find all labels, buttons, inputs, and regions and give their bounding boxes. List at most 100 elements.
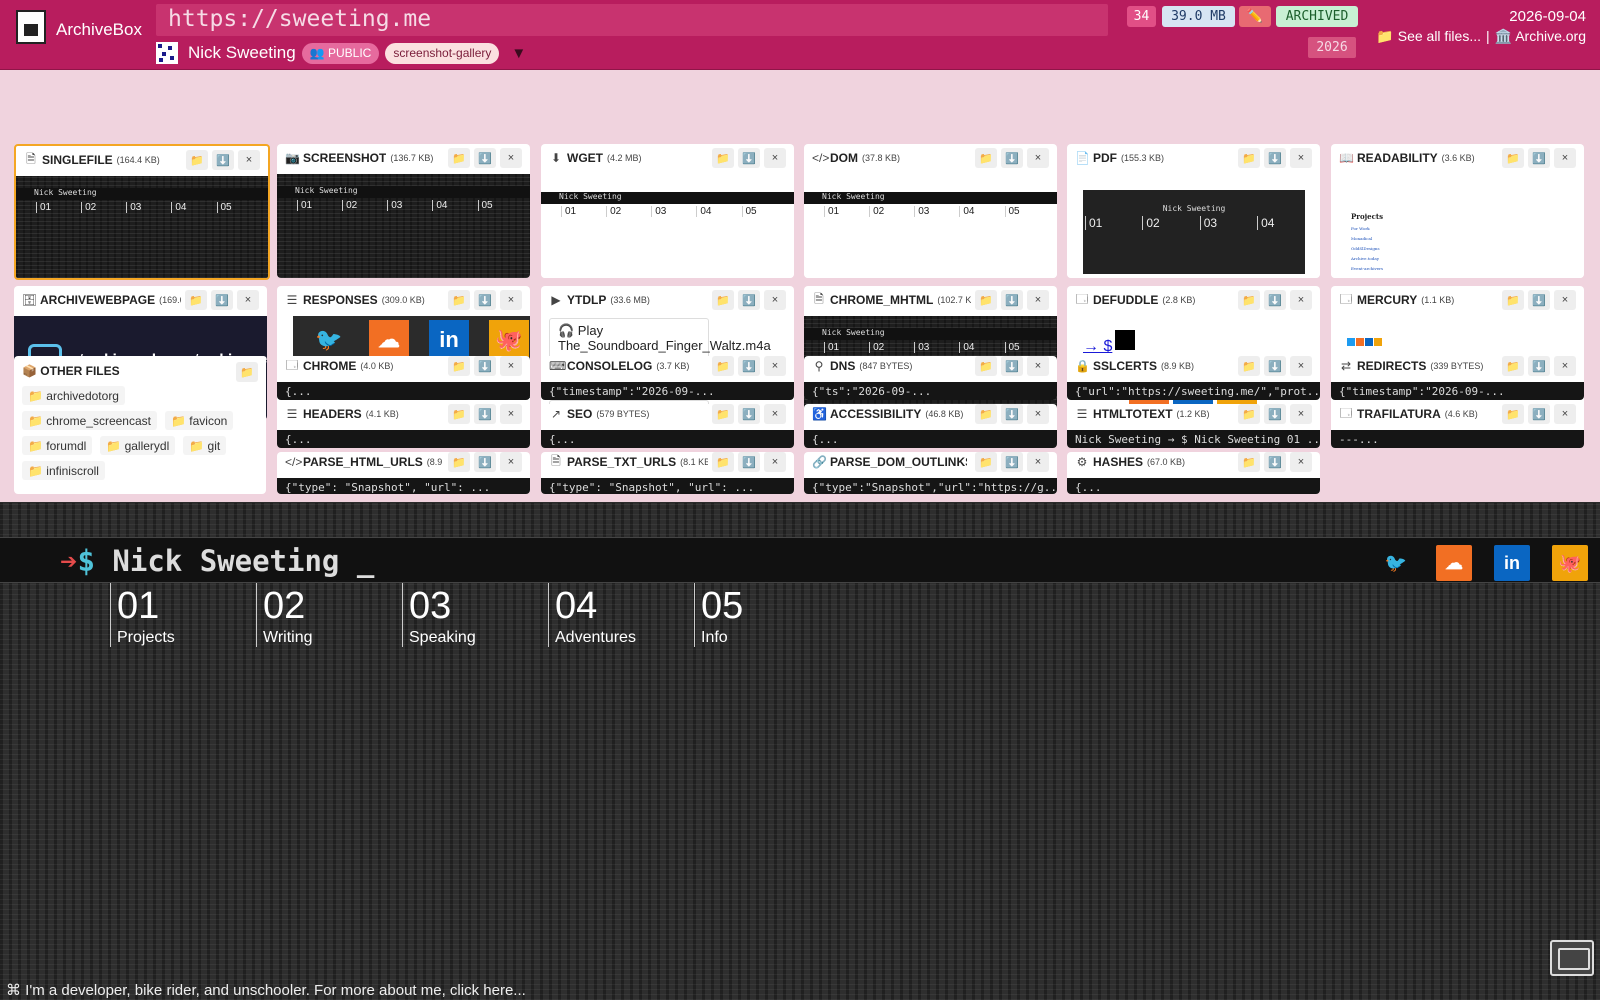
card-title[interactable]: CONSOLELOG xyxy=(567,359,652,373)
open-folder-button[interactable]: 📁 xyxy=(1238,148,1260,168)
file-folder-chip[interactable]: 📁 favicon xyxy=(165,411,234,430)
close-button[interactable]: × xyxy=(500,148,522,168)
close-button[interactable]: × xyxy=(1027,356,1049,376)
close-button[interactable]: × xyxy=(1027,290,1049,310)
close-button[interactable]: × xyxy=(764,148,786,168)
download-button[interactable]: ⬇️ xyxy=(1001,148,1023,168)
download-button[interactable]: ⬇️ xyxy=(1001,404,1023,424)
card-preview[interactable]: Nick Sweeting 01 02 03 04 05 xyxy=(804,174,1057,278)
card-title[interactable]: ACCESSIBILITY xyxy=(830,407,921,421)
open-folder-button[interactable]: 📁 xyxy=(712,452,734,472)
site-prompt[interactable]: ➔$ Nick Sweeting _ xyxy=(60,544,374,578)
card-preview[interactable]: Projects For Work Monadical OddSlDesigns Arc… xyxy=(1331,174,1584,278)
open-folder-button[interactable]: 📁 xyxy=(1238,356,1260,376)
card-title[interactable]: PARSE_DOM_OUTLINKS xyxy=(830,455,967,469)
card-code-preview[interactable]: {"type":"Snapshot","url":"https://g... xyxy=(804,478,1057,494)
archive-card-screenshot[interactable]: 📷 SCREENSHOT (136.7 KB) 📁 ⬇️ × Nick Sweeting 01… xyxy=(277,144,530,278)
close-button[interactable]: × xyxy=(764,452,786,472)
open-folder-button[interactable]: 📁 xyxy=(1238,290,1260,310)
close-button[interactable]: × xyxy=(1290,290,1312,310)
download-button[interactable]: ⬇️ xyxy=(738,356,760,376)
open-folder-button[interactable]: 📁 xyxy=(1502,290,1524,310)
site-nav-item[interactable]: 05 Info xyxy=(694,583,840,647)
open-folder-button[interactable]: 📁 xyxy=(1502,404,1524,424)
card-code-preview[interactable]: {"url":"https://sweeting.me/","prot... xyxy=(1067,382,1320,400)
close-button[interactable]: × xyxy=(500,404,522,424)
archive-card-dns[interactable]: ⚲ DNS (847 BYTES) 📁 ⬇️ × {"ts":"2026-09-... xyxy=(804,356,1057,400)
public-badge[interactable]: 👥 PUBLIC xyxy=(301,42,380,64)
close-button[interactable]: × xyxy=(1027,148,1049,168)
archive-card-parse-txt-urls[interactable]: 🗎 PARSE_TXT_URLS (8.1 KB) 📁⬇️× {"type": "Sna… xyxy=(541,452,794,494)
close-button[interactable]: × xyxy=(1290,404,1312,424)
card-title[interactable]: WGET xyxy=(567,151,603,165)
download-button[interactable]: ⬇️ xyxy=(738,404,760,424)
download-button[interactable]: ⬇️ xyxy=(1528,356,1550,376)
card-title[interactable]: DNS xyxy=(830,359,855,373)
archive-org-link[interactable]: 🏛️ Archive.org xyxy=(1495,28,1586,45)
archive-card-consolelog[interactable]: ⌨ CONSOLELOG (3.7 KB) 📁 ⬇️ × {"timestamp":"202… xyxy=(541,356,794,400)
card-code-preview[interactable]: {... xyxy=(804,430,1057,448)
open-folder-button[interactable]: 📁 xyxy=(975,452,997,472)
card-code-preview[interactable]: {"timestamp":"2026-09-... xyxy=(541,382,794,400)
download-button[interactable]: ⬇️ xyxy=(1264,290,1286,310)
close-button[interactable]: × xyxy=(1554,404,1576,424)
close-button[interactable]: × xyxy=(1027,404,1049,424)
archive-card-wget[interactable]: ⬇ WGET (4.2 MB) 📁 ⬇️ × Nick Sweeting 01 02 03 04 05 xyxy=(541,144,794,278)
card-code-preview[interactable]: ---... xyxy=(1331,430,1584,448)
site-nav-item[interactable]: 01 Projects xyxy=(110,583,256,647)
card-title[interactable]: YTDLP xyxy=(567,293,606,307)
card-code-preview[interactable]: {"timestamp":"2026-09-... xyxy=(1331,382,1584,400)
close-button[interactable]: × xyxy=(237,290,259,310)
download-button[interactable]: ⬇️ xyxy=(474,356,496,376)
open-folder-button[interactable]: 📁 xyxy=(975,290,997,310)
see-all-files-link[interactable]: 📁 See all files... xyxy=(1376,28,1481,45)
card-code-preview[interactable]: {"type": "Snapshot", "url": ... xyxy=(541,478,794,494)
close-button[interactable]: × xyxy=(1027,452,1049,472)
close-button[interactable]: × xyxy=(764,290,786,310)
file-folder-chip[interactable]: 📁 gallerydl xyxy=(100,436,176,455)
archive-card-accessibility[interactable]: ♿ ACCESSIBILITY (46.8 KB) 📁 ⬇️ × {... xyxy=(804,404,1057,448)
close-button[interactable]: × xyxy=(500,290,522,310)
card-code-preview[interactable]: Nick Sweeting → $ Nick Sweeting 01 ... xyxy=(1067,430,1320,448)
open-folder-button[interactable]: 📁 xyxy=(1502,356,1524,376)
archive-card-parse-dom-outlinks[interactable]: 🔗PARSE_DOM_OUTLINKS(7.4 KB)📁⬇️× {"type":"… xyxy=(804,452,1057,494)
close-button[interactable]: × xyxy=(1290,148,1312,168)
twitter-icon[interactable]: 🐦 xyxy=(1378,545,1414,581)
download-button[interactable]: ⬇️ xyxy=(738,452,760,472)
card-code-preview[interactable]: {... xyxy=(1067,478,1320,494)
tag-dropdown-icon[interactable]: ▼ xyxy=(511,45,526,62)
github-icon[interactable]: 🐙 xyxy=(1552,545,1588,581)
download-button[interactable]: ⬇️ xyxy=(1264,452,1286,472)
card-code-preview[interactable]: {"type": "Snapshot", "url": ... xyxy=(277,478,530,494)
archive-card-htmltotext[interactable]: ☰ HTMLTOTEXT (1.2 KB) 📁 ⬇️ × Nick Sweeting → $… xyxy=(1067,404,1320,448)
site-nav-item[interactable]: 03 Speaking xyxy=(402,583,548,647)
open-folder-button[interactable]: 📁 xyxy=(1502,148,1524,168)
download-button[interactable]: ⬇️ xyxy=(212,150,234,170)
defuddle-prompt[interactable]: → $ xyxy=(1083,338,1112,356)
card-title[interactable]: SINGLEFILE xyxy=(42,153,113,167)
open-folder-button[interactable]: 📁 xyxy=(448,356,470,376)
card-title[interactable]: DEFUDDLE xyxy=(1093,293,1158,307)
file-folder-chip[interactable]: 📁 infiniscroll xyxy=(22,461,105,480)
card-title[interactable]: SSLCERTS xyxy=(1093,359,1157,373)
archive-card-readability[interactable]: 📖 READABILITY (3.6 KB) 📁 ⬇️ × Projects For Work… xyxy=(1331,144,1584,278)
card-title[interactable]: SCREENSHOT xyxy=(303,151,386,165)
open-folder-button[interactable]: 📁 xyxy=(186,150,208,170)
open-folder-button[interactable]: 📁 xyxy=(448,404,470,424)
readability-link[interactable]: Archive.today xyxy=(1351,256,1379,261)
card-title[interactable]: CHROME xyxy=(303,359,356,373)
close-button[interactable]: × xyxy=(1554,148,1576,168)
file-folder-chip[interactable]: 📁 forumdl xyxy=(22,436,93,455)
card-code-preview[interactable]: {... xyxy=(541,430,794,448)
download-button[interactable]: ⬇️ xyxy=(1264,404,1286,424)
open-folder-button[interactable]: 📁 xyxy=(1238,404,1260,424)
open-folder-button[interactable]: 📁 xyxy=(448,452,470,472)
card-title[interactable]: READABILITY xyxy=(1357,151,1438,165)
archive-card-headers[interactable]: ☰ HEADERS (4.1 KB) 📁 ⬇️ × {... xyxy=(277,404,530,448)
card-title[interactable]: ARCHIVEWEBPAGE xyxy=(40,293,155,307)
card-title[interactable]: SEO xyxy=(567,407,592,421)
archive-card-trafilatura[interactable]: 🗔 TRAFILATURA (4.6 KB) 📁 ⬇️ × ---... xyxy=(1331,404,1584,448)
edit-icon[interactable]: ✏️ xyxy=(1239,6,1271,27)
snapshot-url[interactable]: https://sweeting.me xyxy=(156,4,1108,36)
archive-card-hashes[interactable]: ⚙ HASHES (67.0 KB) 📁 ⬇️ × {... xyxy=(1067,452,1320,494)
